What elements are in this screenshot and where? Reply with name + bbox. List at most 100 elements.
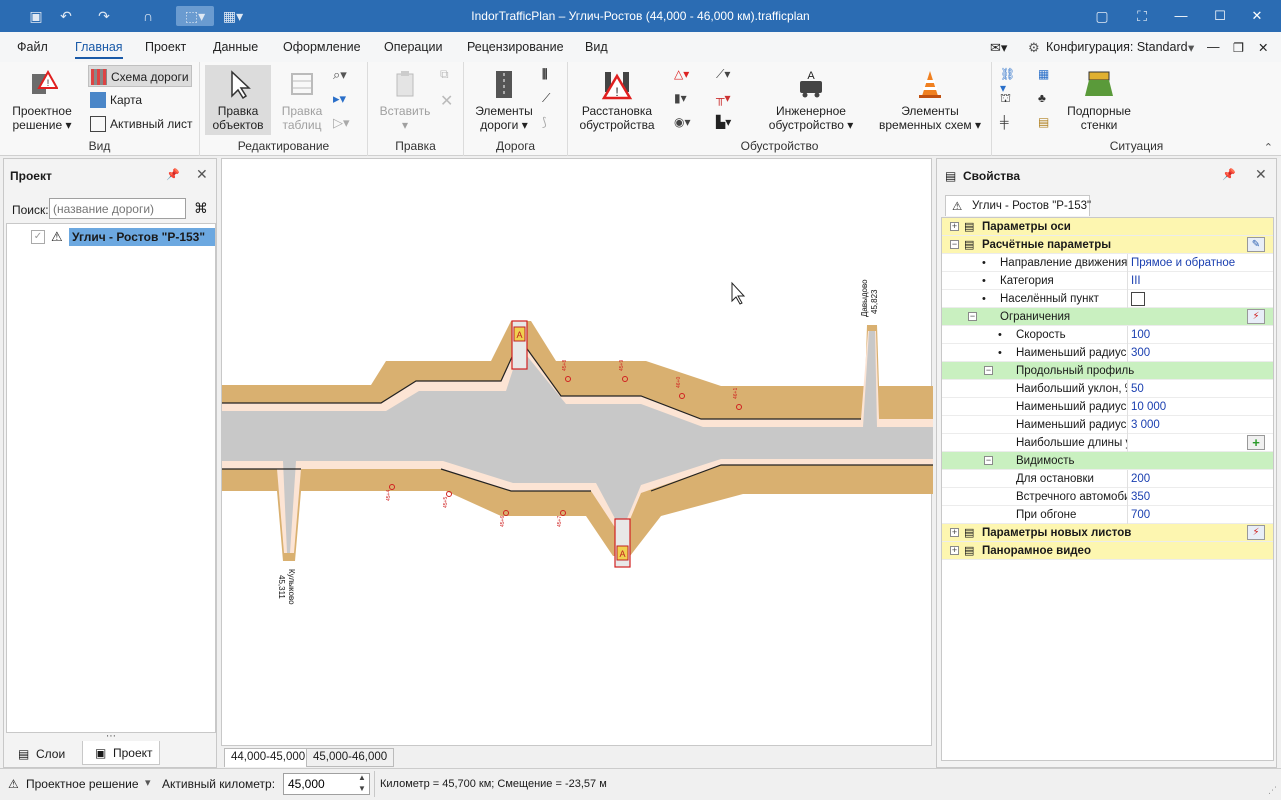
property-row[interactable]: Наибольший уклон, ‰ 50	[942, 380, 1273, 398]
paste-button[interactable]: Вставить ▾	[374, 68, 436, 132]
pin-window-icon[interactable]: ▢	[1092, 6, 1112, 26]
find-icon[interactable]: ⌕▾	[333, 67, 351, 85]
lightning-icon[interactable]: ⚡	[1247, 525, 1265, 540]
property-row[interactable]: Наименьший радиус 3 000	[942, 416, 1273, 434]
close-props-icon[interactable]: ✕	[1255, 166, 1267, 183]
retaining-walls-button[interactable]: Подпорные стенки	[1062, 68, 1136, 132]
pin-props-icon[interactable]: 📌	[1222, 168, 1236, 181]
barrier-icon[interactable]: ╥▾	[716, 91, 734, 109]
traffic-light-icon[interactable]: ◉▾	[674, 115, 692, 133]
tab-project-pane[interactable]: ▣ Проект	[82, 741, 160, 765]
hydrant-icon[interactable]: ⛫	[1000, 91, 1018, 109]
property-value[interactable]: Прямое и обратное	[1131, 254, 1235, 272]
property-row[interactable]: + ▤ Параметры новых листов ⚡	[942, 524, 1273, 542]
marking-icon[interactable]: ⟋▾	[716, 67, 734, 85]
play-icon[interactable]: ▷▾	[333, 115, 351, 133]
fence-icon[interactable]: ▤	[1038, 115, 1056, 133]
expand-toggle-icon[interactable]: −	[984, 366, 993, 375]
tab-file[interactable]: Файл	[17, 40, 48, 54]
property-value[interactable]: 3 000	[1131, 416, 1160, 434]
tab-project[interactable]: Проект	[145, 40, 186, 54]
tree-icon[interactable]: ♣	[1038, 91, 1056, 109]
solution-dropdown[interactable]: Проектное решение	[26, 777, 139, 791]
mail-icon[interactable]: ✉▾	[990, 40, 1007, 56]
project-solution-button[interactable]: ! Проектное решение ▾	[6, 68, 78, 132]
expand-toggle-icon[interactable]: +	[950, 222, 959, 231]
ribbon-restore-button[interactable]: ❐	[1233, 40, 1244, 55]
tab-operations[interactable]: Операции	[384, 40, 442, 54]
curve-icon[interactable]: ⟆	[542, 115, 560, 133]
property-value[interactable]: 10 000	[1131, 398, 1166, 416]
config-dropdown[interactable]: Конфигурация: Standard	[1046, 40, 1188, 54]
edit-tables-button[interactable]: Правка таблиц	[276, 68, 328, 132]
building-grid-icon[interactable]: ▦	[1038, 67, 1056, 85]
property-row[interactable]: Наибольшие длины уклонов, м +	[942, 434, 1273, 452]
ribbon-close-button[interactable]: ✕	[1258, 40, 1268, 55]
furnishing-button[interactable]: ! Расстановка обустройства	[574, 68, 660, 132]
active-km-input[interactable]	[283, 773, 370, 795]
search-input[interactable]	[49, 198, 186, 219]
property-value[interactable]: 50	[1131, 380, 1144, 398]
junction-icon[interactable]: ⟋	[542, 91, 560, 109]
property-row[interactable]: Встречного автомобиля350	[942, 488, 1273, 506]
property-row[interactable]: + ▤ Панорамное видео	[942, 542, 1273, 560]
tab-data[interactable]: Данные	[213, 40, 258, 54]
collapse-ribbon-icon[interactable]: ⌃	[1264, 141, 1273, 154]
property-row[interactable]: − Продольный профиль	[942, 362, 1273, 380]
property-row[interactable]: + ▤ Параметры оси	[942, 218, 1273, 236]
delete-icon[interactable]: ✕	[440, 91, 458, 110]
road-elements-button[interactable]: Элементы дороги ▾	[470, 68, 538, 132]
lightning-icon[interactable]: ⚡	[1247, 309, 1265, 324]
minimize-button[interactable]: —	[1164, 0, 1198, 32]
edit-params-icon[interactable]: ✎	[1247, 237, 1265, 252]
gear-icon[interactable]: ⚙	[1028, 40, 1040, 56]
close-window-button[interactable]: ✕	[1240, 0, 1274, 32]
solution-chevron-icon[interactable]: ▾	[145, 776, 151, 789]
pole-icon[interactable]: ╪	[1000, 115, 1018, 133]
resize-grip[interactable]: ⋰	[1268, 785, 1277, 796]
tab-home[interactable]: Главная	[75, 40, 123, 59]
property-value[interactable]: 350	[1131, 488, 1150, 506]
bridge-icon[interactable]: ⛓▾	[1000, 67, 1018, 95]
map-button[interactable]: Карта	[88, 89, 142, 111]
temp-schemes-button[interactable]: Элементы временных схем ▾	[874, 68, 986, 132]
property-value[interactable]: 200	[1131, 470, 1150, 488]
lanes-icon[interactable]: ⫼	[542, 67, 560, 85]
property-value[interactable]: 100	[1131, 326, 1150, 344]
road-scheme-button[interactable]: Схема дороги	[88, 65, 192, 87]
expand-toggle-icon[interactable]: −	[968, 312, 977, 321]
expand-toggle-icon[interactable]: −	[984, 456, 993, 465]
sheet-tab-2[interactable]: 45,000-46,000	[306, 748, 395, 767]
property-row[interactable]: − ▤ Расчётные параметры ✎	[942, 236, 1273, 254]
expand-toggle-icon[interactable]: −	[950, 240, 959, 249]
binoculars-icon[interactable]: ⌘	[194, 200, 208, 217]
tab-layers[interactable]: ▤ Слои	[6, 743, 80, 765]
property-row[interactable]: − Ограничения ⚡	[942, 308, 1273, 326]
tab-view[interactable]: Вид	[585, 40, 608, 54]
object-tab[interactable]: ⚠ Углич - Ростов "Р-153"	[945, 195, 1091, 216]
copy-icon[interactable]: ⧉	[440, 67, 458, 85]
property-row[interactable]: • Наименьший радиус 300	[942, 344, 1273, 362]
property-row[interactable]: • Скорость 100	[942, 326, 1273, 344]
maximize-button[interactable]: ☐	[1203, 0, 1237, 32]
insert-point-icon[interactable]: ▸▾	[333, 91, 351, 109]
drawing-canvas[interactable]: A A 45+8 45+9 46+0 46+1 45+4 45+5 45+6 45+7 …	[221, 158, 933, 746]
property-row[interactable]: При обгоне 700	[942, 506, 1273, 524]
tab-review[interactable]: Рецензирование	[467, 40, 564, 54]
gate-icon[interactable]: ▙▾	[716, 115, 734, 133]
expand-toggle-icon[interactable]: +	[950, 546, 959, 555]
tree-checkbox[interactable]: ✓	[31, 230, 45, 244]
config-chevron-icon[interactable]: ▾	[1188, 40, 1194, 55]
sheet-tab-1[interactable]: 44,000-45,000	[224, 748, 313, 767]
property-row[interactable]: Наименьший радиус 10 000	[942, 398, 1273, 416]
spinner-arrows[interactable]: ▲ ▼	[358, 772, 366, 794]
active-sheet-button[interactable]: Активный лист	[88, 113, 192, 135]
property-row[interactable]: − Видимость	[942, 452, 1273, 470]
post-icon[interactable]: ▮▾	[674, 91, 692, 109]
property-row[interactable]: Для остановки 200	[942, 470, 1273, 488]
property-row[interactable]: • Населённый пункт	[942, 290, 1273, 308]
ribbon-minimize-button[interactable]: —	[1207, 40, 1220, 54]
edit-objects-button[interactable]: Правка объектов	[205, 65, 271, 135]
add-icon[interactable]: +	[1247, 435, 1265, 450]
fullscreen-icon[interactable]: ⛶	[1132, 6, 1152, 26]
